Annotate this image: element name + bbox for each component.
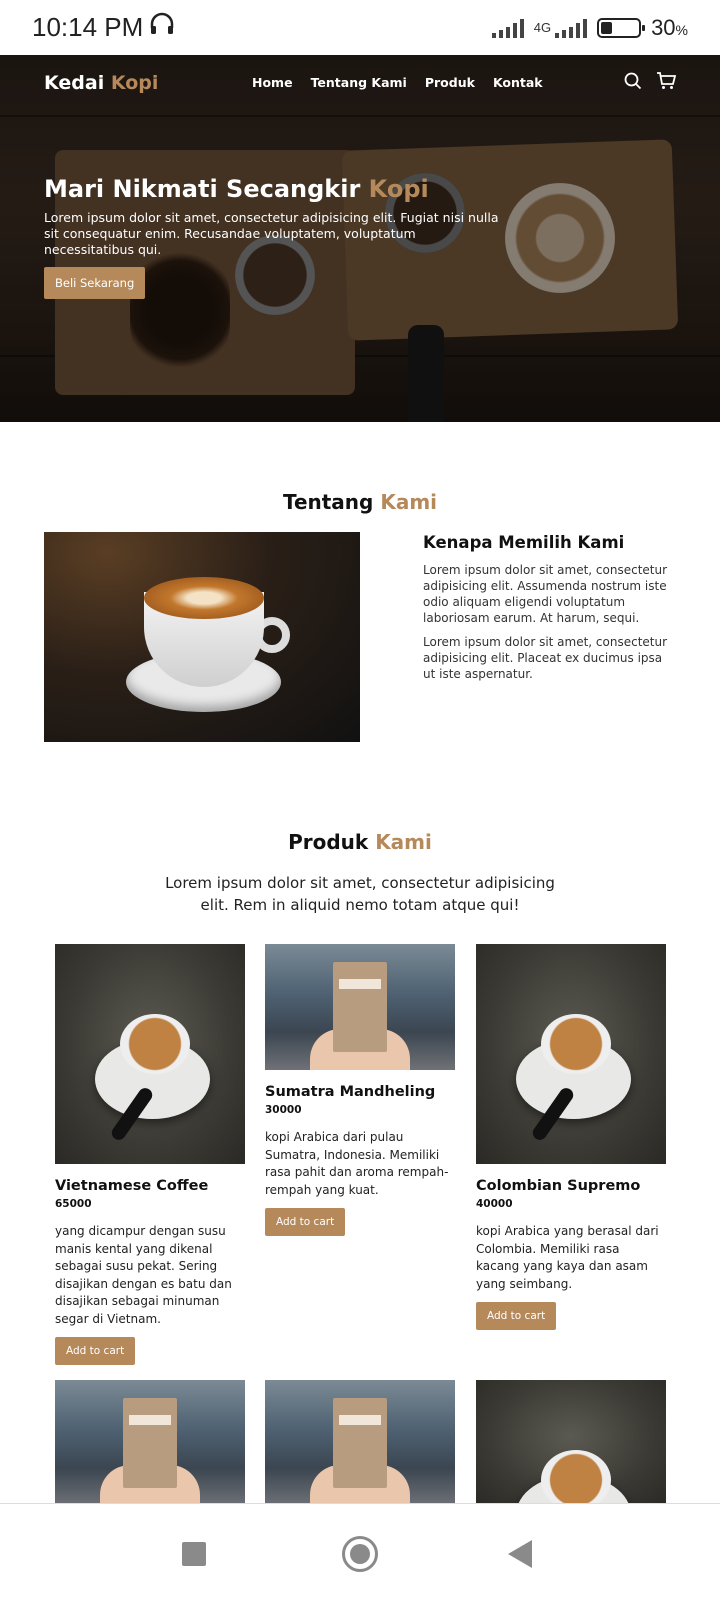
status-time: 10:14 PM — [32, 12, 175, 43]
battery-icon — [597, 17, 646, 38]
hero-text: Lorem ipsum dolor sit amet, consectetur … — [44, 210, 499, 257]
product-card — [55, 1380, 245, 1506]
nav-produk[interactable]: Produk — [425, 75, 475, 90]
nav-tentang-kami[interactable]: Tentang Kami — [311, 75, 407, 90]
headphones-icon — [149, 12, 175, 43]
product-card: Vietnamese Coffee 65000 yang dicampur de… — [55, 944, 245, 1365]
battery-percent: 30% — [651, 14, 688, 40]
signal-icon — [491, 18, 524, 38]
about-text: Kenapa Memilih Kami Lorem ipsum dolor si… — [423, 533, 668, 690]
system-nav-bar — [0, 1503, 720, 1600]
product-name: Sumatra Mandheling — [265, 1084, 436, 1100]
nav-kontak[interactable]: Kontak — [493, 75, 543, 90]
signal-icon-2 — [555, 18, 588, 38]
product-card: Sumatra Mandheling 30000 kopi Arabica da… — [265, 944, 455, 1236]
home-icon[interactable] — [342, 1536, 378, 1572]
product-description: kopi Arabica yang berasal dari Colombia.… — [476, 1224, 659, 1291]
product-price: 30000 — [265, 1104, 302, 1116]
status-bar: 10:14 PM 4G 30% — [0, 0, 720, 55]
products-title: Produk Kami — [288, 830, 432, 854]
product-name: Colombian Supremo — [476, 1178, 641, 1194]
logo[interactable]: Kedai Kopi — [44, 72, 158, 94]
hero-section: Kedai Kopi Home Tentang Kami Produk Kont… — [0, 55, 720, 422]
product-name: Vietnamese Coffee — [55, 1178, 209, 1194]
buy-now-button[interactable]: Beli Sekarang — [44, 267, 146, 299]
about-paragraph-2: Lorem ipsum dolor sit amet, consectetur … — [423, 635, 668, 681]
back-icon[interactable] — [508, 1540, 532, 1568]
product-image — [476, 1380, 666, 1506]
products-intro: Lorem ipsum dolor sit amet, consectetur … — [165, 874, 555, 914]
about-paragraph-1: Lorem ipsum dolor sit amet, consectetur … — [423, 563, 668, 625]
recent-apps-icon[interactable] — [182, 1542, 206, 1566]
product-price: 65000 — [55, 1198, 92, 1210]
product-image — [265, 1380, 455, 1506]
product-description: yang dicampur dengan susu manis kental y… — [55, 1224, 232, 1326]
add-to-cart-button[interactable]: Add to cart — [55, 1337, 136, 1365]
cart-icon[interactable] — [656, 72, 677, 94]
about-heading: Kenapa Memilih Kami — [423, 533, 625, 552]
search-icon[interactable] — [624, 72, 642, 94]
about-title: Tentang Kami — [282, 490, 438, 514]
nav-home[interactable]: Home — [252, 75, 293, 90]
product-card — [476, 1380, 666, 1506]
product-image — [55, 1380, 245, 1506]
product-image — [265, 944, 455, 1070]
hero-title: Mari Nikmati Secangkir Kopi — [44, 175, 429, 203]
product-price: 40000 — [476, 1198, 513, 1210]
clock-text: 10:14 PM — [32, 12, 144, 42]
product-card: Colombian Supremo 40000 kopi Arabica yan… — [476, 944, 666, 1330]
about-image — [44, 532, 360, 742]
add-to-cart-button[interactable]: Add to cart — [265, 1208, 346, 1236]
product-description: kopi Arabica dari pulau Sumatra, Indones… — [265, 1130, 449, 1197]
add-to-cart-button[interactable]: Add to cart — [476, 1302, 557, 1330]
network-type: 4G — [533, 20, 552, 35]
product-card — [265, 1380, 455, 1506]
product-image — [476, 944, 666, 1164]
product-image — [55, 944, 245, 1164]
navbar: Kedai Kopi Home Tentang Kami Produk Kont… — [0, 55, 720, 111]
